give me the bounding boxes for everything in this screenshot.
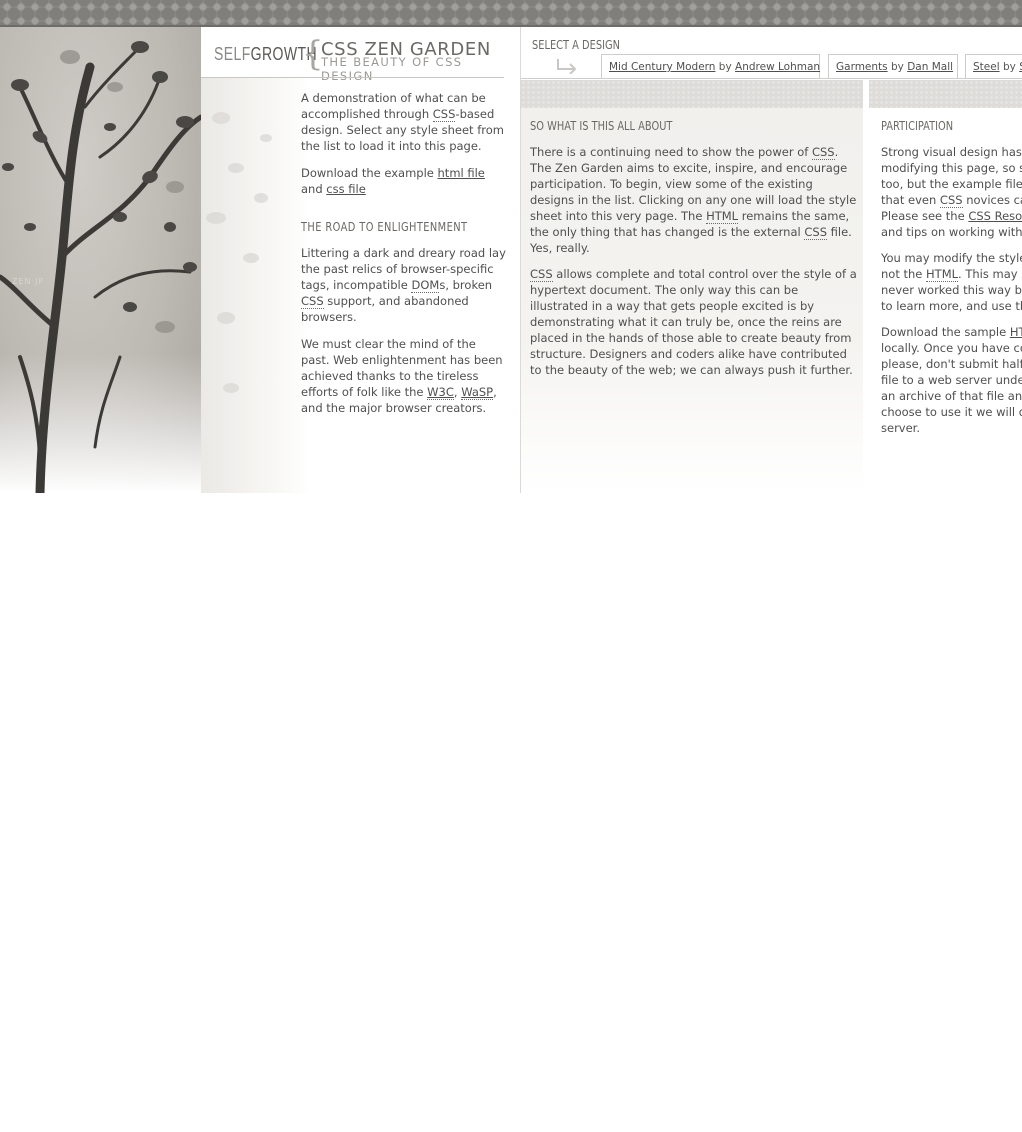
design-tab-garments: Garments by Dan Mall	[828, 54, 958, 79]
design-tab-mid-century-modern: Mid Century Modern by Andrew Lohman	[601, 54, 820, 79]
download-paragraph: Download the example html file and css f…	[301, 165, 506, 197]
participation-section: PARTICIPATION Strong visual design has a…	[881, 118, 1022, 436]
participation-line: not the HTML. This may s	[881, 266, 1022, 282]
intro-paragraph: A demonstration of what can be accomplis…	[301, 90, 506, 154]
select-design-label: SELECT A DESIGN	[532, 38, 620, 52]
participation-text: not the	[881, 267, 927, 281]
participation-line: file to a web server under	[881, 373, 1022, 387]
participation-line: to learn more, and use th	[881, 299, 1022, 313]
participation-line: Strong visual design has a	[881, 145, 1022, 159]
about-text: allows complete and total control over t…	[530, 267, 857, 377]
css-abbr: CSS	[939, 193, 963, 208]
w3c-abbr: W3C	[427, 385, 454, 400]
about-paragraph: CSS allows complete and total control ov…	[530, 266, 858, 378]
html-sample-link[interactable]: HTM	[1010, 325, 1022, 339]
css-file-link[interactable]: css file	[326, 182, 365, 196]
road-paragraph: We must clear the mind of the past. Web …	[301, 336, 506, 416]
road-text: s, broken	[439, 278, 493, 292]
logo-self-text: SELF	[214, 44, 251, 64]
html-abbr: HTML	[926, 267, 959, 282]
participation-text: Download the sample	[881, 325, 1010, 339]
participation-line: You may modify the style	[881, 251, 1022, 265]
css-abbr: CSS	[530, 267, 553, 282]
participation-line: locally. Once you have co	[881, 341, 1022, 355]
design-by: by	[715, 61, 736, 73]
road-heading: THE ROAD TO ENLIGHTENMENT	[301, 220, 468, 234]
design-link[interactable]: Mid Century Modern	[609, 61, 715, 73]
html-abbr: HTML	[706, 209, 739, 224]
intro-section: A demonstration of what can be accomplis…	[301, 90, 506, 427]
css-abbr: CSS	[811, 145, 835, 160]
about-header-band	[521, 80, 863, 108]
participation-line: Download the sample HTM	[881, 324, 1022, 340]
participation-line: server.	[881, 421, 921, 435]
faded-leaves-decoration	[201, 78, 311, 493]
html-file-link[interactable]: html file	[438, 166, 485, 180]
about-text: There is a continuing need to show the p…	[530, 145, 812, 159]
photo-caption: ZEN·JP	[12, 277, 45, 286]
about-section: SO WHAT IS THIS ALL ABOUT There is a con…	[530, 118, 858, 388]
participation-line: Please see the CSS Resou	[881, 208, 1022, 224]
site-subtitle: THE BEAUTY OF CSS DESIGN	[321, 55, 463, 83]
css-resources-link[interactable]: CSS Resou	[968, 209, 1022, 223]
participation-line: never worked this way be	[881, 283, 1022, 297]
participation-line: and tips on working with	[881, 225, 1022, 239]
road-text: support, and abandoned browsers.	[301, 294, 469, 324]
css-abbr: CSS	[804, 225, 828, 240]
site-header: SELFGROWTH { CSS ZEN GARDEN THE BEAUTY O…	[214, 34, 504, 83]
designer-link[interactable]: Dan Mall	[907, 61, 953, 73]
participation-text: Please see the	[881, 209, 969, 223]
about-paragraph: There is a continuing need to show the p…	[530, 144, 858, 256]
design-by: by	[887, 61, 908, 73]
wasp-abbr: WaSP	[461, 385, 494, 400]
participation-text: novices ca	[962, 193, 1022, 207]
download-text: and	[301, 182, 327, 196]
header-divider	[201, 77, 504, 78]
participation-line: that even CSS novices ca	[881, 192, 1022, 208]
design-by: by	[999, 61, 1020, 73]
participation-header-band	[869, 80, 1022, 108]
participation-text: that even	[881, 193, 940, 207]
participation-line: choose to use it we will do	[881, 405, 1022, 419]
w3c-link[interactable]: W3C	[427, 385, 454, 400]
download-text: Download the example	[301, 166, 438, 180]
about-heading: SO WHAT IS THIS ALL ABOUT	[530, 119, 673, 133]
css-abbr: CSS	[301, 294, 324, 309]
design-link[interactable]: Garments	[836, 61, 888, 73]
participation-text: . This may s	[958, 267, 1022, 281]
wasp-link[interactable]: WaSP	[461, 385, 494, 400]
arrow-right-icon	[557, 59, 577, 74]
participation-heading: PARTICIPATION	[881, 119, 954, 133]
top-pattern-band	[0, 0, 1022, 27]
css-abbr: CSS	[432, 107, 456, 122]
participation-line: please, don't submit half-	[881, 357, 1022, 371]
design-tab-steel: Steel by S	[965, 54, 1022, 79]
participation-line: too, but the example files	[881, 177, 1022, 191]
design-link[interactable]: Steel	[973, 61, 1000, 73]
dom-abbr: DOM	[411, 278, 440, 293]
designer-link[interactable]: Andrew Lohman	[735, 61, 820, 73]
tree-branches-image	[0, 41, 201, 493]
road-paragraph: Littering a dark and dreary road lay the…	[301, 245, 506, 325]
participation-line: an archive of that file and	[881, 389, 1022, 403]
header-photo: ZEN·JP	[0, 27, 201, 493]
participation-line: modifying this page, so st	[881, 161, 1022, 175]
tab-baseline	[521, 78, 1022, 79]
